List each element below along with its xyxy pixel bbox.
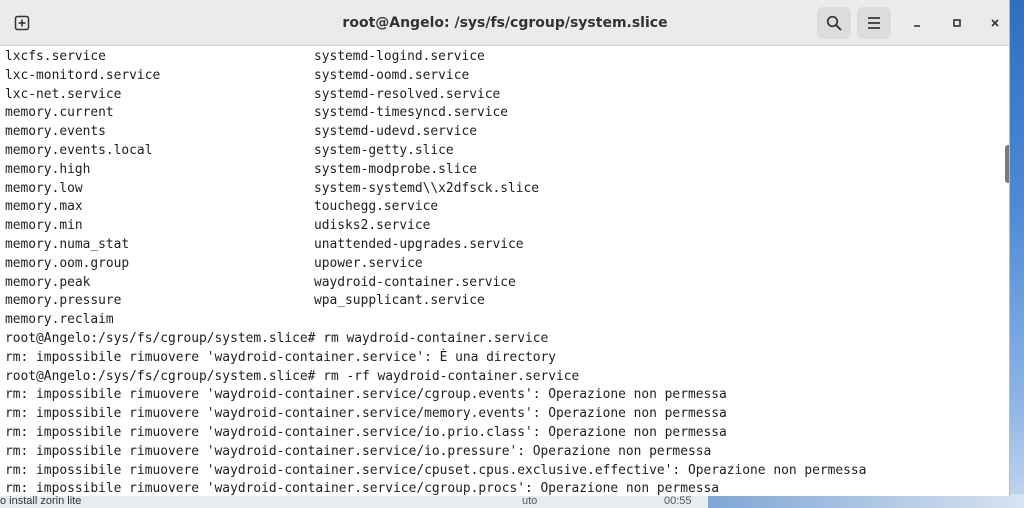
listing-entry: system-systemd\\x2dfsck.slice bbox=[314, 180, 540, 196]
terminal-window: root@Angelo: /sys/fs/cgroup/system.slice bbox=[0, 0, 1010, 496]
minimize-icon bbox=[914, 25, 920, 27]
listing-entry: systemd-resolved.service bbox=[314, 86, 501, 102]
title-bar[interactable]: root@Angelo: /sys/fs/cgroup/system.slice bbox=[0, 0, 1009, 46]
background-window-text: o install zorin lite bbox=[0, 495, 82, 507]
listing-entry: memory.events.local bbox=[5, 143, 153, 158]
listing-entry: memory.high bbox=[5, 161, 91, 177]
listing-entry: memory.pressure bbox=[5, 293, 122, 309]
scrollbar-thumb[interactable] bbox=[1005, 145, 1009, 183]
new-tab-icon bbox=[14, 15, 30, 31]
listing-entry: memory.oom.group bbox=[5, 255, 130, 271]
search-button[interactable] bbox=[817, 7, 851, 39]
listing-row: lxc-monitord.service systemd-oomd.service bbox=[5, 67, 469, 86]
listing-entry: lxc-net.service bbox=[5, 86, 122, 102]
new-tab-button[interactable] bbox=[8, 9, 36, 37]
listing-row: memory.events systemd-udevd.service bbox=[5, 123, 477, 142]
maximize-icon bbox=[953, 19, 961, 27]
listing-entry: systemd-logind.service bbox=[314, 49, 485, 64]
terminal-output[interactable]: lxcfs.service systemd-logind.service lxc-… bbox=[0, 46, 995, 496]
listing-entry: lxcfs.service bbox=[5, 49, 106, 64]
listing-entry: memory.current bbox=[5, 105, 114, 121]
error-line: rm: impossibile rimuovere 'waydroid-cont… bbox=[5, 425, 727, 440]
listing-entry: memory.reclaim bbox=[5, 312, 114, 328]
listing-entry: systemd-udevd.service bbox=[314, 124, 477, 140]
listing-row: memory.pressure wpa_supplicant.service bbox=[5, 292, 485, 311]
shell-prompt-line: root@Angelo:/sys/fs/cgroup/system.slice#… bbox=[5, 331, 549, 346]
listing-entry: unattended-upgrades.service bbox=[314, 237, 524, 252]
listing-row: memory.high system-modprobe.slice bbox=[5, 161, 477, 180]
menu-button[interactable] bbox=[857, 7, 891, 39]
desktop-wallpaper-corner bbox=[708, 494, 1024, 508]
desktop-wallpaper-edge bbox=[1010, 0, 1024, 508]
listing-row: memory.events.local system-getty.slice bbox=[5, 142, 454, 161]
error-line: rm: impossibile rimuovere 'waydroid-cont… bbox=[5, 349, 557, 365]
listing-entry: touchegg.service bbox=[314, 199, 439, 215]
listing-entry: system-modprobe.slice bbox=[314, 161, 477, 177]
listing-entry: udisks2.service bbox=[314, 218, 431, 234]
listing-entry: memory.max bbox=[5, 199, 83, 215]
listing-entry: lxc-monitord.service bbox=[5, 67, 161, 83]
listing-row: memory.numa_stat unattended-upgrades.serv… bbox=[5, 236, 524, 255]
listing-entry: memory.min bbox=[5, 218, 83, 234]
error-line: rm: impossibile rimuovere 'waydroid-cont… bbox=[5, 462, 867, 478]
listing-entry: waydroid-container.service bbox=[314, 274, 516, 290]
close-button[interactable] bbox=[982, 10, 1008, 36]
hamburger-menu-icon bbox=[868, 17, 880, 29]
listing-entry: memory.numa_stat bbox=[5, 237, 130, 252]
error-line: rm: impossibile rimuovere 'waydroid-cont… bbox=[5, 406, 727, 422]
listing-row: lxc-net.service systemd-resolved.service bbox=[5, 86, 500, 105]
listing-entry: memory.events bbox=[5, 124, 106, 140]
maximize-button[interactable] bbox=[944, 10, 970, 36]
background-window-label: uto bbox=[522, 495, 538, 507]
listing-entry: memory.low bbox=[5, 180, 83, 196]
listing-row: memory.current systemd-timesyncd.service bbox=[5, 104, 508, 123]
close-icon bbox=[991, 19, 999, 27]
listing-row: memory.oom.group upower.service bbox=[5, 255, 423, 274]
listing-row: memory.min udisks2.service bbox=[5, 217, 430, 236]
listing-entry: memory.peak bbox=[5, 274, 91, 290]
search-icon bbox=[826, 15, 842, 31]
listing-entry: upower.service bbox=[314, 255, 423, 271]
background-window-time: 00:55 bbox=[664, 495, 692, 507]
listing-row: memory.peak waydroid-container.service bbox=[5, 274, 516, 293]
minimize-button[interactable] bbox=[904, 10, 930, 36]
listing-row: memory.reclaim bbox=[5, 311, 114, 330]
shell-prompt-line: root@Angelo:/sys/fs/cgroup/system.slice#… bbox=[5, 368, 580, 384]
scrollbar[interactable] bbox=[996, 46, 1009, 496]
listing-entry: systemd-oomd.service bbox=[314, 67, 470, 83]
error-line: rm: impossibile rimuovere 'waydroid-cont… bbox=[5, 481, 719, 496]
listing-entry: system-getty.slice bbox=[314, 143, 454, 158]
listing-row: memory.low system-systemd\\x2dfsck.slice bbox=[5, 180, 539, 199]
listing-row: lxcfs.service systemd-logind.service bbox=[5, 48, 485, 67]
error-line: rm: impossibile rimuovere 'waydroid-cont… bbox=[5, 387, 727, 403]
listing-entry: wpa_supplicant.service bbox=[314, 293, 485, 309]
error-line: rm: impossibile rimuovere 'waydroid-cont… bbox=[5, 443, 712, 459]
listing-row: memory.max touchegg.service bbox=[5, 198, 438, 217]
listing-entry: systemd-timesyncd.service bbox=[314, 105, 509, 121]
